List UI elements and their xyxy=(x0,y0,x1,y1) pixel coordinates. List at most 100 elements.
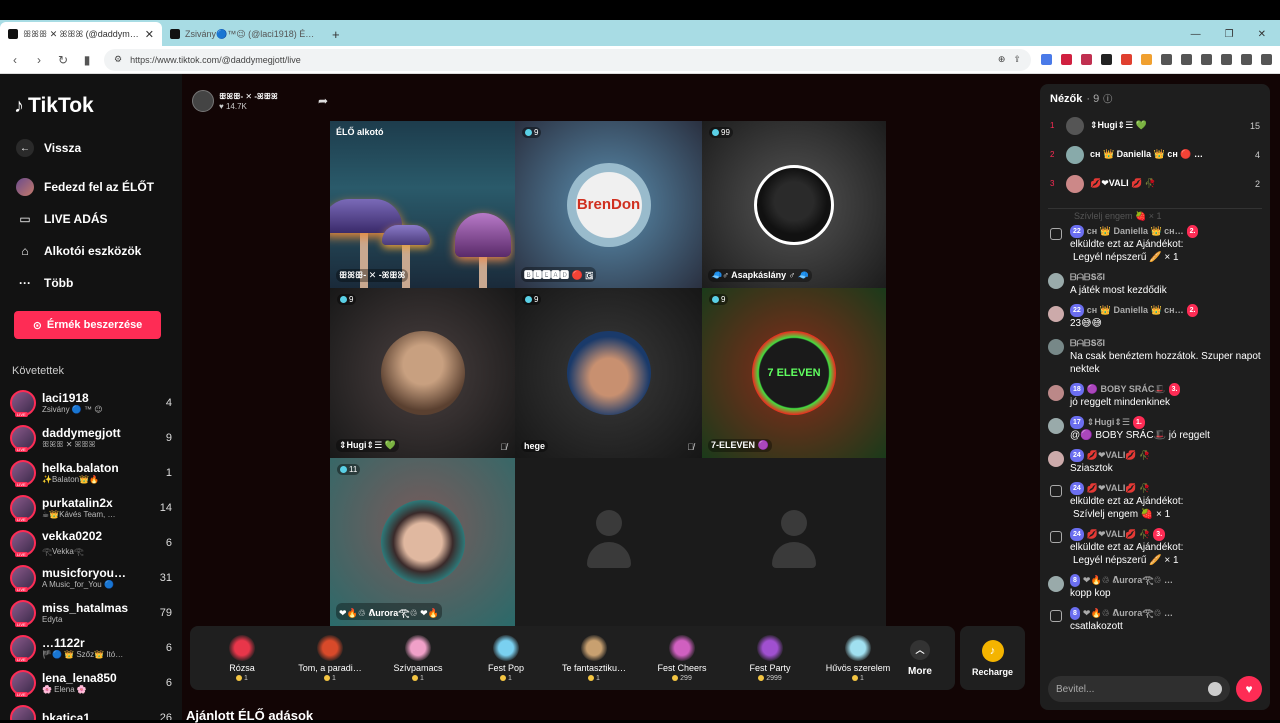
url-field[interactable]: ⚙ https://www.tiktok.com/@daddymegjott/l… xyxy=(104,48,1031,71)
grid-cell-empty[interactable] xyxy=(702,458,886,626)
top-viewer-row[interactable]: 3 💋❤VALI 💋 🥀 2 xyxy=(1040,169,1270,198)
following-item[interactable]: LIVE daddymegjott ꕥꕤꕥ ✕ ꕤꕥꕤ 9 xyxy=(10,420,172,455)
avatar[interactable]: LIVE xyxy=(10,704,36,720)
recharge-button[interactable]: ♪ Recharge xyxy=(960,626,1025,690)
back-icon[interactable]: ‹ xyxy=(8,53,22,67)
chat-message[interactable]: 24 💋❤VALI💋 🥀 3. elküldte ezt az Ajándékot: L… xyxy=(1048,528,1262,567)
message-user[interactable]: ❤🔥♲ ᕕurora𓂀♲ … xyxy=(1083,607,1173,620)
nav-back[interactable]: ← Vissza xyxy=(10,132,172,164)
bookmark-icon[interactable]: ▮ xyxy=(80,53,94,67)
extension-icon[interactable] xyxy=(1041,54,1052,65)
chat-message[interactable]: 17 ⇕Hugi⇕☰ 1. @🟣 BOBY SRÁC🎩 jó reggelt xyxy=(1048,416,1262,442)
top-viewer-row[interactable]: 2 ᴄʜ 👑 Daniella 👑 ᴄʜ 🔴 … 4 xyxy=(1040,140,1270,169)
grid-cell-host[interactable]: ÉLŐ alkotó ꕥꕤꕥ- ✕ -ꕤꕥꕤ xyxy=(330,121,515,288)
heart-icon[interactable]: ♥ xyxy=(1236,676,1262,702)
message-user[interactable]: ᗷᗩᗷՏᘔI xyxy=(1070,337,1105,350)
chat-message[interactable]: ᗷᗩᗷՏᘔI A játék most kezdődik xyxy=(1048,271,1262,297)
message-user[interactable]: 💋❤VALI💋 🥀 xyxy=(1087,528,1151,541)
new-tab-button[interactable]: + xyxy=(324,27,348,46)
message-user[interactable]: ᴄʜ 👑 Daniella 👑 ᴄʜ… xyxy=(1087,304,1184,317)
avatar[interactable]: LIVE xyxy=(10,634,36,662)
gift-item[interactable]: Szívpamacs 1 xyxy=(374,634,462,682)
message-user[interactable]: ᗷᗩᗷՏᘔI xyxy=(1070,271,1105,284)
grid-cell-guest[interactable]: 9 ⇕Hugi⇕☰ 💚 🎙̸ xyxy=(330,288,515,458)
following-item[interactable]: LIVE bkatica1 26 xyxy=(10,700,172,720)
chat-message[interactable]: 8 ❤🔥♲ ᕕurora𓂀♲ … csatlakozott xyxy=(1048,607,1262,633)
profile-icon[interactable] xyxy=(1241,54,1252,65)
sidebar-icon[interactable] xyxy=(1221,54,1232,65)
gift-item[interactable]: Fest Cheers 299 xyxy=(638,634,726,682)
extension-icon[interactable] xyxy=(1081,54,1092,65)
close-window-icon[interactable]: ✕ xyxy=(1258,29,1266,40)
avatar[interactable]: LIVE xyxy=(10,599,36,627)
host-avatar[interactable] xyxy=(192,90,214,112)
share-arrow-icon[interactable]: ➦ xyxy=(318,94,328,108)
gift-item[interactable]: Te fantasztiku… 1 xyxy=(550,634,638,682)
following-item[interactable]: LIVE purkatalin2x ☕👑Kávés Team, … 14 xyxy=(10,490,172,525)
avatar[interactable]: LIVE xyxy=(10,389,36,417)
following-item[interactable]: LIVE laci1918 Zsivány 🔵 ™ 😉 4 xyxy=(10,385,172,420)
top-viewer-row[interactable]: 1 ⇕Hugi⇕☰ 💚 15 xyxy=(1040,111,1270,140)
chat-message[interactable]: 24 💋❤VALI💋 🥀 Sziasztok xyxy=(1048,449,1262,475)
message-user[interactable]: 💋❤VALI💋 🥀 xyxy=(1087,482,1151,495)
grid-cell-guest[interactable]: 11 ❤🔥♲ ᕕurora𓂀♲ ❤🔥 xyxy=(330,458,515,626)
extension-icon[interactable] xyxy=(1101,54,1112,65)
nav-more[interactable]: ··· Több xyxy=(10,267,172,299)
message-user[interactable]: 💋❤VALI💋 🥀 xyxy=(1087,449,1151,462)
menu-icon[interactable] xyxy=(1261,54,1272,65)
chat-message[interactable]: 22 ᴄʜ 👑 Daniella 👑 ᴄʜ… 2. elküldte ezt az A… xyxy=(1048,225,1262,264)
get-coins-button[interactable]: ⊙ Érmék beszerzése xyxy=(14,311,161,339)
grid-cell-guest[interactable]: 9 7 ELEVEN 7-ELEVEN 🟣 xyxy=(702,288,886,458)
following-item[interactable]: LIVE musicforyou… A Music_for_You 🔵 31 xyxy=(10,560,172,595)
tab-close-icon[interactable]: ✕ xyxy=(145,28,154,41)
avatar[interactable]: LIVE xyxy=(10,669,36,697)
zoom-icon[interactable]: ⊕ xyxy=(998,54,1006,65)
chat-message[interactable]: 22 ᴄʜ 👑 Daniella 👑 ᴄʜ… 2. 23😅😅 xyxy=(1048,304,1262,330)
following-item[interactable]: LIVE vekka0202 𓂀Vekka𓂀 6 xyxy=(10,525,172,560)
gift-item[interactable]: Hűvös szerelem 1 xyxy=(814,634,902,682)
emoji-icon[interactable] xyxy=(1208,682,1222,696)
extension-icon[interactable] xyxy=(1121,54,1132,65)
restore-icon[interactable]: ❐ xyxy=(1225,29,1234,40)
following-item[interactable]: LIVE helka.balaton ✨Balaton👑🔥 1 xyxy=(10,455,172,490)
chat-message[interactable]: ᗷᗩᗷՏᘔI Na csak benéztem hozzátok. Szuper … xyxy=(1048,337,1262,376)
chat-message[interactable]: 8 ❤🔥♲ ᕕurora𓂀♲ … kopp kop xyxy=(1048,574,1262,600)
more-gifts-button[interactable]: ︿ More xyxy=(908,639,932,677)
extension-icon[interactable] xyxy=(1061,54,1072,65)
grid-cell-empty[interactable] xyxy=(515,458,702,626)
forward-icon[interactable]: › xyxy=(32,53,46,67)
extension-icon[interactable] xyxy=(1141,54,1152,65)
music-icon[interactable] xyxy=(1201,54,1212,65)
avatar[interactable]: LIVE xyxy=(10,459,36,487)
nav-live[interactable]: ▭ LIVE ADÁS xyxy=(10,203,172,235)
gift-item[interactable]: Fest Party 2999 xyxy=(726,634,814,682)
message-user[interactable]: 🟣 BOBY SRÁC🎩 xyxy=(1087,383,1166,396)
chat-message[interactable]: 18 🟣 BOBY SRÁC🎩 3. jó reggelt mindenkinek xyxy=(1048,383,1262,409)
message-user[interactable]: ❤🔥♲ ᕕurora𓂀♲ … xyxy=(1083,574,1173,587)
gift-item[interactable]: Rózsa 1 xyxy=(198,634,286,682)
tiktok-logo[interactable]: ♪ TikTok xyxy=(14,94,172,118)
chat-message[interactable]: 24 💋❤VALI💋 🥀 elküldte ezt az Ajándékot: Szí… xyxy=(1048,482,1262,521)
grid-cell-guest[interactable]: 9 BrenDon 🅱🅻🅴🅰🅳 🔴 🇬 xyxy=(515,121,702,288)
browser-tab-inactive[interactable]: Zsivány🔵™😉 (@laci1918) ÉLŐ a… xyxy=(162,22,324,46)
host-info[interactable]: ꕥꕤꕥ- ✕ -ꕤꕥꕤ ♥ 14.7K xyxy=(192,90,278,112)
following-item[interactable]: LIVE lena_lena850 🌸 Elena 🌸 6 xyxy=(10,665,172,700)
gift-item[interactable]: Tom, a paradi… 1 xyxy=(286,634,374,682)
info-icon[interactable]: ⓘ xyxy=(1103,92,1112,105)
grid-cell-guest[interactable]: 99 🧢♂ Asapkáslány ♂ 🧢 xyxy=(702,121,886,288)
share-icon[interactable]: ⇪ xyxy=(1013,54,1021,65)
avatar[interactable]: LIVE xyxy=(10,564,36,592)
site-info-icon[interactable]: ⚙ xyxy=(114,54,122,65)
gift-item[interactable]: Fest Pop 1 xyxy=(462,634,550,682)
avatar[interactable]: LIVE xyxy=(10,529,36,557)
minimize-icon[interactable]: — xyxy=(1191,29,1201,40)
grid-cell-guest[interactable]: 9 hege 🎙̸ xyxy=(515,288,702,458)
message-user[interactable]: ᴄʜ 👑 Daniella 👑 ᴄʜ… xyxy=(1087,225,1184,238)
avatar[interactable]: LIVE xyxy=(10,424,36,452)
message-user[interactable]: ⇕Hugi⇕☰ xyxy=(1087,416,1130,429)
nav-explore-live[interactable]: Fedezd fel az ÉLŐT xyxy=(10,171,172,203)
avatar[interactable]: LIVE xyxy=(10,494,36,522)
browser-tab-active[interactable]: ꕥꕤꕥ ✕ ꕤꕥꕤ (@daddym… ✕ xyxy=(0,22,162,46)
download-icon[interactable] xyxy=(1181,54,1192,65)
chat-input[interactable]: Bevitel... xyxy=(1048,676,1230,702)
